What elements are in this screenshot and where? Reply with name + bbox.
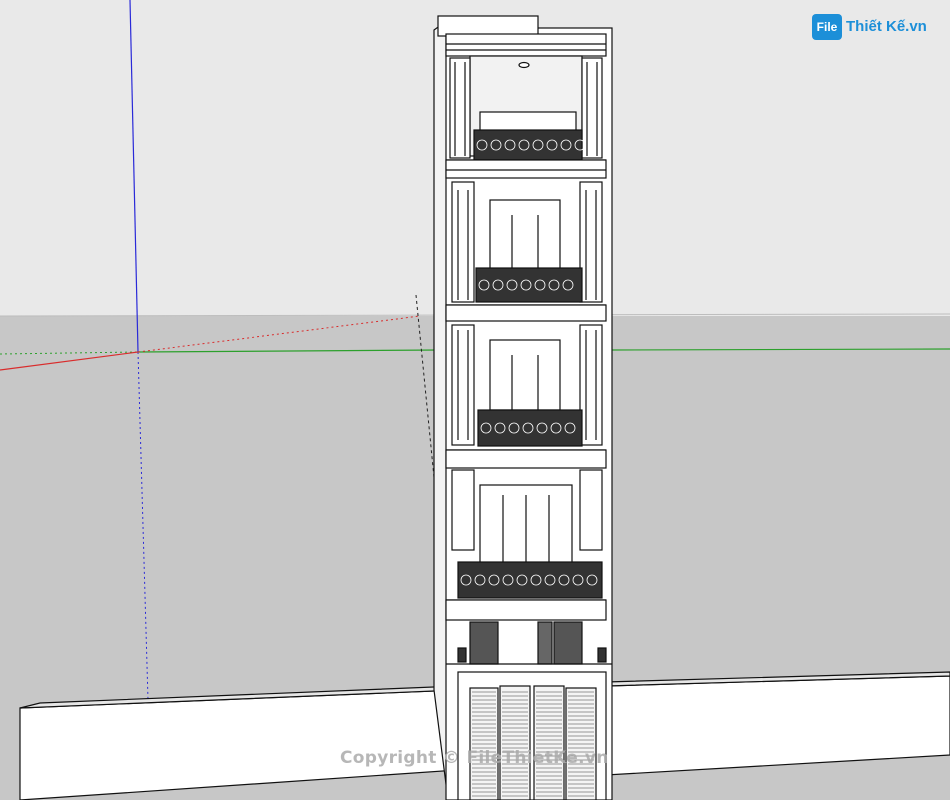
brand-badge: File [812,14,842,40]
column-f2-left [451,324,475,446]
building-facade[interactable] [437,15,613,800]
copyright-watermark: Copyright © FileThietKe.vn [340,748,609,768]
model-viewport[interactable]: File Thiết Kế.vn Copyright © FileThietKe… [0,0,950,800]
window-f3[interactable] [489,199,561,271]
column-f1-left [451,469,475,551]
column-f2-right [579,324,603,446]
building-model-scene[interactable] [0,0,950,800]
balcony-railing-f1[interactable] [457,561,603,599]
ceiling-light-1 [518,61,530,69]
mezzanine-panel-left [469,621,499,665]
mezzanine-panel-mid-left [537,621,553,665]
balcony-railing-f2[interactable] [477,409,583,447]
rolling-door-center-left[interactable] [499,685,531,800]
mezzanine-panel-right [553,621,583,665]
window-f2[interactable] [489,339,561,411]
rolling-door-center-right[interactable] [533,685,565,800]
column-f3-right [579,181,603,303]
column-f1-right [579,469,603,551]
balcony-railing-top[interactable] [473,129,583,161]
brand-name: Thiết Kế.vn [846,18,927,35]
column-f3-left [451,181,475,303]
brand-logo: File Thiết Kế.vn [812,12,942,42]
roof-parapet [437,15,539,37]
column-top-left [449,57,471,159]
balcony-railing-f3[interactable] [475,267,583,303]
wall-lamp-left [457,647,467,663]
wall-lamp-right [597,647,607,663]
